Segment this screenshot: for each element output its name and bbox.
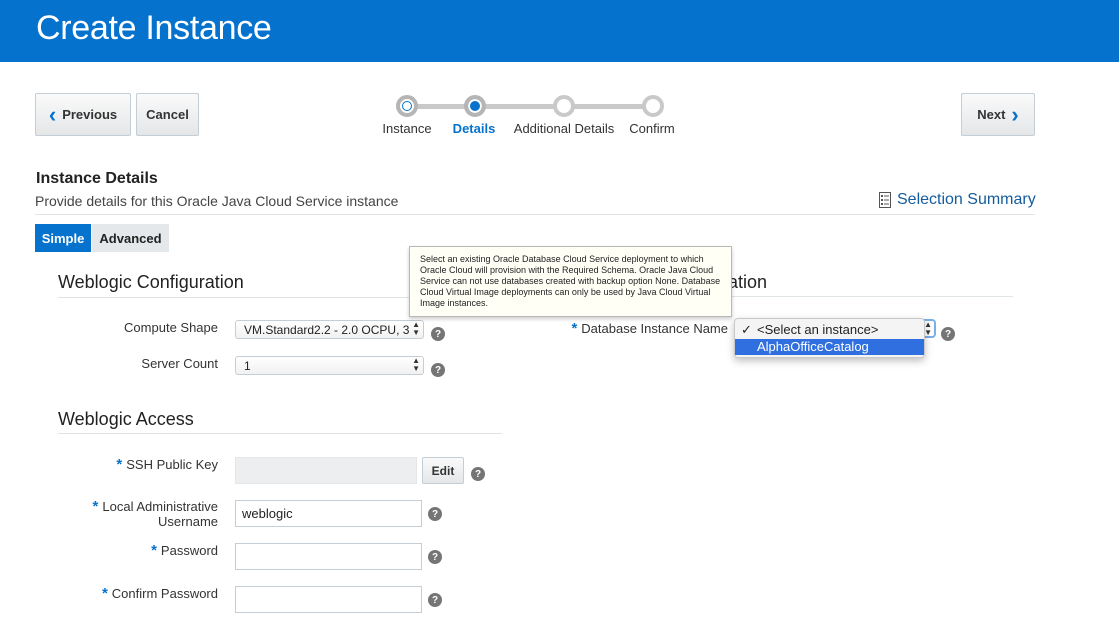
weblogic-access-divider bbox=[58, 433, 502, 434]
chevron-right-icon: › bbox=[1011, 101, 1019, 127]
compute-shape-value: VM.Standard2.2 - 2.0 OCPU, 3 bbox=[244, 323, 410, 337]
edit-label: Edit bbox=[431, 463, 455, 478]
train-stop-details[interactable] bbox=[464, 95, 486, 117]
train-label-details[interactable]: Details bbox=[453, 121, 496, 136]
password-input[interactable] bbox=[235, 543, 422, 570]
database-instance-dropdown[interactable]: ✓ <Select an instance> AlphaOfficeCatalo… bbox=[734, 318, 925, 358]
section-title: Instance Details bbox=[36, 170, 158, 187]
server-count-label: Server Count bbox=[141, 356, 218, 371]
confirm-password-label: * Confirm Password bbox=[60, 585, 218, 602]
next-button[interactable]: Next › bbox=[961, 93, 1035, 136]
admin-username-input[interactable]: weblogic bbox=[235, 500, 422, 527]
compute-shape-label: Compute Shape bbox=[124, 320, 218, 335]
section-divider bbox=[35, 214, 1035, 215]
password-label-text: Password bbox=[160, 543, 218, 558]
select-arrows-icon: ▲ ▼ bbox=[924, 320, 932, 337]
tab-advanced[interactable]: Advanced bbox=[92, 224, 169, 252]
cancel-button[interactable]: Cancel bbox=[136, 93, 199, 136]
checklist-icon bbox=[879, 192, 891, 208]
database-instance-label: * Database Instance Name bbox=[540, 320, 728, 337]
help-icon[interactable]: ? bbox=[471, 467, 485, 481]
help-icon[interactable]: ? bbox=[428, 507, 442, 521]
train-stop-confirm[interactable] bbox=[642, 95, 664, 117]
required-indicator: * bbox=[101, 585, 108, 602]
confirm-password-input[interactable] bbox=[235, 586, 422, 613]
previous-label: Previous bbox=[62, 107, 118, 122]
selection-summary-link[interactable]: Selection Summary bbox=[879, 191, 1036, 209]
required-indicator: * bbox=[116, 456, 123, 473]
admin-username-label-line2: Username bbox=[158, 514, 218, 529]
checkmark-icon: ✓ bbox=[741, 322, 752, 337]
dropdown-option-alphaofficecatalog[interactable]: AlphaOfficeCatalog bbox=[735, 339, 924, 355]
select-arrows-icon: ▲ ▼ bbox=[412, 356, 420, 373]
weblogic-configuration-title: Weblogic Configuration bbox=[58, 272, 244, 292]
cancel-label: Cancel bbox=[146, 107, 189, 122]
train-track bbox=[407, 104, 653, 109]
next-label: Next bbox=[977, 107, 1006, 122]
dropdown-option-label: <Select an instance> bbox=[757, 322, 879, 337]
database-configuration-title: ation bbox=[728, 272, 768, 292]
section-description: Provide details for this Oracle Java Clo… bbox=[35, 193, 399, 209]
ssh-key-edit-button[interactable]: Edit bbox=[422, 457, 464, 484]
select-arrows-icon: ▲ ▼ bbox=[412, 320, 420, 337]
ssh-key-label: * SSH Public Key bbox=[60, 456, 218, 473]
dropdown-option-select-instance[interactable]: ✓ <Select an instance> bbox=[735, 322, 924, 338]
admin-username-label-line1: Local Administrative bbox=[102, 499, 218, 514]
tooltip-text: Select an existing Oracle Database Cloud… bbox=[420, 254, 721, 308]
help-icon[interactable]: ? bbox=[431, 327, 445, 341]
previous-button[interactable]: ‹ Previous bbox=[35, 93, 131, 136]
help-tooltip: Select an existing Oracle Database Cloud… bbox=[409, 246, 732, 317]
required-indicator: * bbox=[92, 498, 99, 515]
ssh-key-input[interactable] bbox=[235, 457, 417, 484]
train-label-confirm[interactable]: Confirm bbox=[629, 121, 675, 136]
help-icon[interactable]: ? bbox=[428, 593, 442, 607]
required-indicator: * bbox=[571, 320, 578, 337]
page-header: Create Instance bbox=[0, 0, 1119, 62]
chevron-left-icon: ‹ bbox=[48, 101, 57, 127]
train-label-additional-details[interactable]: Additional Details bbox=[514, 121, 614, 136]
server-count-value: 1 bbox=[244, 359, 251, 373]
password-label: * Password bbox=[60, 542, 218, 559]
weblogic-access-title: Weblogic Access bbox=[58, 409, 194, 429]
server-count-select[interactable]: 1 ▲ ▼ bbox=[235, 356, 424, 375]
required-indicator: * bbox=[151, 542, 157, 559]
selection-summary-label: Selection Summary bbox=[897, 191, 1036, 208]
ssh-key-label-text: SSH Public Key bbox=[126, 457, 218, 472]
help-icon[interactable]: ? bbox=[941, 327, 955, 341]
compute-shape-select[interactable]: VM.Standard2.2 - 2.0 OCPU, 3 ▲ ▼ bbox=[235, 320, 424, 339]
train-stop-instance[interactable] bbox=[396, 95, 418, 117]
dropdown-option-label: AlphaOfficeCatalog bbox=[757, 339, 869, 354]
train-label-instance[interactable]: Instance bbox=[382, 121, 431, 136]
help-icon[interactable]: ? bbox=[428, 550, 442, 564]
page-title: Create Instance bbox=[36, 9, 272, 47]
train-stop-additional-details[interactable] bbox=[553, 95, 575, 117]
help-icon[interactable]: ? bbox=[431, 363, 445, 377]
confirm-password-label-text: Confirm Password bbox=[111, 586, 218, 601]
database-instance-label-text: Database Instance Name bbox=[581, 321, 728, 336]
admin-username-label: * Local Administrative Username bbox=[60, 499, 218, 529]
tab-simple[interactable]: Simple bbox=[35, 224, 91, 252]
